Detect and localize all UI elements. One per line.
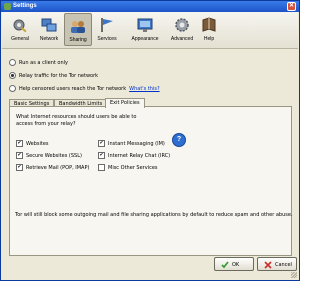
appearance-icon — [137, 18, 153, 32]
checkmark-icon — [221, 261, 229, 268]
help-censored-radio[interactable] — [9, 85, 16, 92]
help-icon — [202, 17, 216, 32]
exit-policies-panel: What Internet resources should users be … — [9, 106, 292, 256]
cancel-button[interactable]: Cancel — [257, 257, 297, 271]
gear-wrench-icon — [13, 19, 27, 33]
secure-websites-option[interactable]: ✔ Secure Websites (SSL) — [16, 152, 82, 159]
instant-messaging-checkbox[interactable]: ✔ — [98, 140, 105, 147]
toolbar-sharing[interactable]: Sharing — [64, 13, 92, 46]
retrieve-mail-option[interactable]: ✔ Retrieve Mail (POP, IMAP) — [16, 164, 89, 171]
ok-button[interactable]: OK — [214, 257, 254, 271]
tor-onion-icon — [4, 3, 11, 10]
misc-services-checkbox[interactable] — [98, 164, 105, 171]
exit-policies-question: What Internet resources should users be … — [16, 114, 137, 127]
toolbar-services[interactable]: Services — [93, 13, 121, 46]
websites-checkbox[interactable]: ✔ — [16, 140, 23, 147]
toolbar-help[interactable]: Help — [195, 13, 223, 46]
title-bar[interactable]: Settings ✕ — [1, 1, 299, 12]
advanced-gear-icon — [175, 18, 189, 32]
relay-traffic-option[interactable]: Relay traffic for the Tor network — [9, 72, 98, 79]
toolbar-appearance[interactable]: Appearance — [126, 13, 164, 46]
whats-this-link[interactable]: What's this? — [129, 86, 159, 92]
settings-toolbar: General Network Sharing Services Appeara… — [2, 12, 298, 49]
services-icon — [101, 18, 113, 32]
run-as-client-radio[interactable] — [9, 59, 16, 66]
websites-option[interactable]: ✔ Websites — [16, 140, 49, 147]
misc-services-option[interactable]: Misc Other Services — [98, 164, 158, 171]
toolbar-general[interactable]: General — [6, 13, 34, 46]
relay-traffic-radio[interactable] — [9, 72, 16, 79]
window-title: Settings — [13, 3, 37, 9]
toolbar-advanced[interactable]: Advanced — [166, 13, 198, 46]
retrieve-mail-checkbox[interactable]: ✔ — [16, 164, 23, 171]
exit-policies-note: Tor will still block some outgoing mail … — [15, 212, 293, 218]
resize-grip[interactable] — [291, 272, 297, 278]
tab-exit-policies[interactable]: Exit Policies — [105, 98, 145, 108]
settings-window: Settings ✕ General Network Sharing Servi… — [0, 0, 300, 281]
help-censored-option[interactable]: Help censored users reach the Tor networ… — [9, 85, 160, 92]
exit-policies-help-button[interactable]: ? — [172, 133, 186, 147]
run-as-client-option[interactable]: Run as a client only — [9, 59, 68, 66]
instant-messaging-option[interactable]: ✔ Instant Messaging (IM) — [98, 140, 165, 147]
irc-checkbox[interactable]: ✔ — [98, 152, 105, 159]
irc-option[interactable]: ✔ Internet Relay Chat (IRC) — [98, 152, 170, 159]
sharing-icon — [71, 21, 85, 33]
cancel-x-icon — [264, 260, 272, 269]
toolbar-network[interactable]: Network — [35, 13, 63, 46]
close-button[interactable]: ✕ — [287, 2, 296, 11]
network-icon — [41, 18, 57, 32]
secure-websites-checkbox[interactable]: ✔ — [16, 152, 23, 159]
